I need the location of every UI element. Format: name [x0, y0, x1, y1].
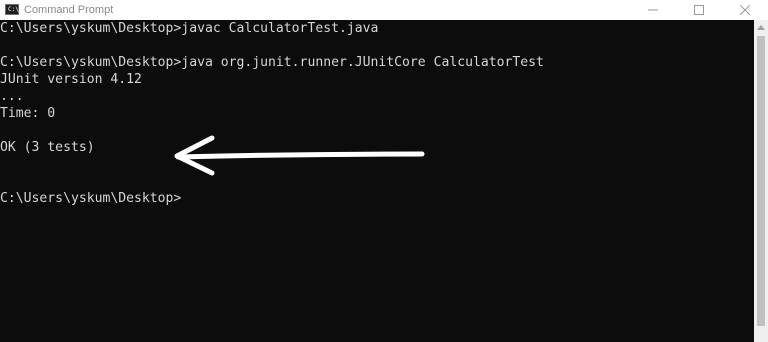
- scrollbar-thumb[interactable]: [757, 36, 765, 326]
- minimize-icon: [648, 9, 658, 11]
- console-line: C:\Users\yskum\Desktop>java org.junit.ru…: [0, 55, 544, 70]
- console-line: JUnit version 4.12: [0, 72, 142, 87]
- scroll-up-icon[interactable]: [757, 25, 765, 30]
- vertical-scrollbar[interactable]: [754, 20, 768, 342]
- minimize-button[interactable]: [630, 0, 676, 20]
- window-title: Command Prompt: [24, 4, 114, 16]
- title-bar[interactable]: C:\ Command Prompt: [0, 0, 768, 20]
- close-icon: [740, 5, 750, 15]
- close-button[interactable]: [722, 0, 768, 20]
- console-line: Time: 0: [0, 106, 56, 121]
- console-line: ...: [0, 89, 24, 104]
- maximize-icon: [694, 5, 704, 15]
- maximize-button[interactable]: [676, 0, 722, 20]
- cmd-icon: C:\: [5, 4, 19, 15]
- window-controls: [630, 0, 768, 20]
- console-line: OK (3 tests): [0, 140, 95, 155]
- console-lines: C:\Users\yskum\Desktop>javac CalculatorT…: [0, 20, 544, 207]
- console-line: C:\Users\yskum\Desktop>: [0, 191, 182, 206]
- console-line: C:\Users\yskum\Desktop>javac CalculatorT…: [0, 21, 379, 36]
- console-output[interactable]: C:\Users\yskum\Desktop>javac CalculatorT…: [0, 20, 754, 342]
- command-prompt-window: C:\ Command Prompt C:\Users\yskum\Deskto…: [0, 0, 768, 342]
